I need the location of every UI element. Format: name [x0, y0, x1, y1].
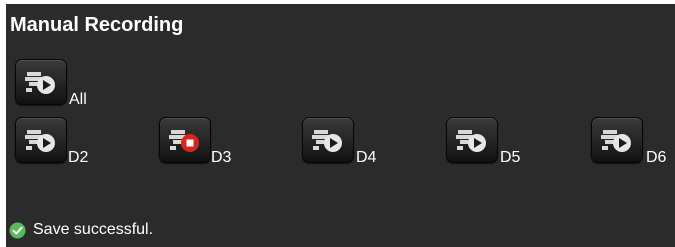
camera-play-icon	[25, 130, 55, 152]
camera-play-icon	[312, 130, 342, 152]
panel-title: Manual Recording	[10, 14, 184, 36]
channel-label-d4: D4	[356, 149, 377, 166]
channel-label-d6: D6	[646, 149, 667, 166]
record-button-d5[interactable]	[446, 117, 498, 163]
camera-record-icon	[169, 130, 199, 152]
record-button-all[interactable]	[15, 59, 67, 105]
record-button-d2[interactable]	[15, 117, 67, 163]
manual-recording-panel: Manual Recording All D2 D3 D4 D5 D6 Save…	[6, 4, 675, 247]
check-circle-icon	[9, 222, 26, 238]
record-button-d4[interactable]	[302, 117, 354, 163]
channel-label-d5: D5	[500, 149, 521, 166]
record-button-d6[interactable]	[591, 117, 643, 163]
channel-label-all: All	[69, 91, 87, 108]
record-button-d3[interactable]	[159, 117, 211, 163]
camera-play-icon	[25, 72, 55, 94]
status-message: Save successful.	[33, 221, 154, 238]
channel-label-d3: D3	[211, 149, 232, 166]
camera-play-icon	[601, 130, 631, 152]
save-status: Save successful.	[9, 220, 153, 240]
camera-play-icon	[456, 130, 486, 152]
channel-label-d2: D2	[68, 149, 89, 166]
